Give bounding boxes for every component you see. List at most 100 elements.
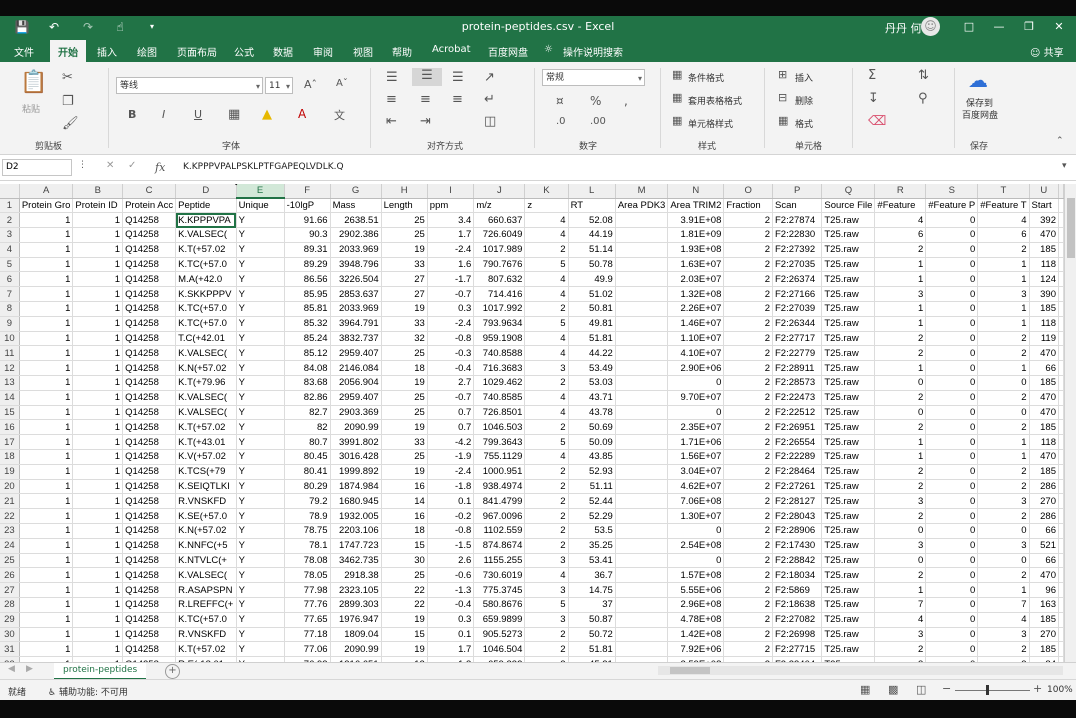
- grid-cell[interactable]: Q14258: [122, 301, 177, 317]
- grid-cell[interactable]: F2:22779: [772, 345, 823, 362]
- column-header-g[interactable]: G: [330, 184, 382, 199]
- maximize-icon[interactable]: ❐: [1020, 18, 1038, 36]
- grid-cell[interactable]: K.NNFC(+5: [175, 538, 237, 554]
- format-cells-icon[interactable]: ▦: [778, 114, 788, 127]
- row-header[interactable]: 25: [0, 553, 20, 569]
- zoom-level[interactable]: 100%: [1047, 685, 1073, 695]
- grid-cell[interactable]: [1058, 257, 1064, 273]
- grid-cell[interactable]: F2:22830: [772, 227, 823, 243]
- table-format-icon[interactable]: ▦: [672, 91, 682, 104]
- grid-cell[interactable]: F2:26374: [772, 271, 823, 288]
- row-header[interactable]: 29: [0, 612, 20, 628]
- row-header[interactable]: 11: [0, 345, 20, 362]
- grid-cell[interactable]: 25: [381, 227, 428, 243]
- grid-cell[interactable]: 3991.802: [330, 434, 382, 451]
- grid-cell[interactable]: 80.45: [284, 449, 331, 465]
- grid-cell[interactable]: Q14258: [122, 242, 177, 258]
- grid-cell[interactable]: 1: [874, 301, 927, 317]
- grid-cell[interactable]: Q14258: [122, 582, 177, 599]
- grid-cell[interactable]: 2: [524, 508, 569, 525]
- grid-cell[interactable]: T25.raw: [821, 493, 876, 510]
- grid-cell[interactable]: 0: [925, 434, 979, 451]
- grid-cell[interactable]: 7.92E+06: [667, 641, 725, 658]
- grid-cell[interactable]: 799.3643: [473, 434, 526, 451]
- grid-cell[interactable]: 7: [977, 597, 1030, 613]
- tab-draw[interactable]: 绘图: [137, 44, 157, 59]
- grid-cell[interactable]: 3226.504: [330, 271, 382, 288]
- copy-icon[interactable]: ❐: [62, 94, 74, 109]
- grid-cell[interactable]: Y: [236, 538, 285, 554]
- font-color-icon[interactable]: A: [298, 107, 306, 121]
- grid-cell[interactable]: -1.5: [427, 538, 475, 554]
- grid-cell[interactable]: 2: [524, 479, 569, 495]
- grid-cell[interactable]: 2: [524, 493, 569, 510]
- grid-cell[interactable]: 2: [723, 523, 773, 539]
- grid-cell[interactable]: 49.81: [568, 316, 616, 332]
- grid-cell[interactable]: 1: [19, 464, 74, 480]
- grid-cell[interactable]: K.TCS(+79: [175, 464, 237, 480]
- grid-cell[interactable]: 50.69: [568, 419, 616, 436]
- column-header-l[interactable]: L: [568, 184, 616, 199]
- column-header-j[interactable]: J: [473, 184, 526, 199]
- grid-cell[interactable]: 1: [874, 582, 927, 599]
- grid-cell[interactable]: 1: [72, 538, 124, 554]
- grid-cell[interactable]: 1: [19, 242, 74, 258]
- grid-cell[interactable]: 89.31: [284, 242, 331, 258]
- add-sheet-icon[interactable]: +: [165, 664, 180, 679]
- grid-cell[interactable]: K.VALSEC(: [175, 405, 237, 421]
- column-header-a[interactable]: A: [19, 184, 74, 199]
- grid-cell[interactable]: 30: [381, 553, 428, 569]
- grid-cell[interactable]: [1058, 464, 1064, 480]
- row-header[interactable]: 10: [0, 331, 20, 347]
- grid-cell[interactable]: 84.08: [284, 360, 331, 377]
- column-header-d[interactable]: D: [175, 184, 237, 199]
- grid-cell[interactable]: 4: [524, 449, 569, 465]
- grid-cell[interactable]: T25.raw: [821, 286, 876, 303]
- grid-cell[interactable]: 4: [524, 567, 569, 584]
- grid-cell[interactable]: Q14258: [122, 227, 177, 243]
- grid-cell[interactable]: 0: [667, 523, 725, 539]
- grid-cell[interactable]: [615, 627, 669, 643]
- grid-cell[interactable]: 521: [1029, 538, 1060, 554]
- grid-cell[interactable]: 5: [524, 434, 569, 451]
- select-all-corner[interactable]: [0, 184, 20, 199]
- grid-cell[interactable]: T25.raw: [821, 345, 876, 362]
- grid-cell[interactable]: -2.4: [427, 316, 475, 332]
- header-cell[interactable]: #Feature T: [977, 198, 1030, 214]
- grid-cell[interactable]: 1: [19, 316, 74, 332]
- grid-cell[interactable]: -0.4: [427, 360, 475, 377]
- grid-cell[interactable]: 1: [977, 301, 1030, 317]
- grid-cell[interactable]: Q14258: [122, 553, 177, 569]
- grid-cell[interactable]: 2: [723, 538, 773, 554]
- grid-cell[interactable]: 15: [381, 538, 428, 554]
- enter-icon[interactable]: ✓: [128, 160, 136, 171]
- grid-cell[interactable]: 1017.992: [473, 301, 526, 317]
- grid-cell[interactable]: 2: [723, 553, 773, 569]
- grid-cell[interactable]: 82: [284, 419, 331, 436]
- header-cell[interactable]: z: [524, 198, 569, 214]
- grid-cell[interactable]: 3: [524, 360, 569, 377]
- grid-cell[interactable]: 2: [524, 419, 569, 436]
- grid-cell[interactable]: 2.03E+07: [667, 271, 725, 288]
- grid-cell[interactable]: 1: [72, 582, 124, 599]
- grid-cell[interactable]: K.SKKPPPV: [175, 286, 237, 303]
- grid-cell[interactable]: 3.04E+07: [667, 464, 725, 480]
- row-header[interactable]: 28: [0, 597, 20, 613]
- grid-cell[interactable]: 2918.38: [330, 567, 382, 584]
- grid-cell[interactable]: 52.44: [568, 493, 616, 510]
- grid-cell[interactable]: Y: [236, 257, 285, 273]
- grid-cell[interactable]: K.VALSEC(: [175, 390, 237, 406]
- grid-cell[interactable]: 4: [524, 271, 569, 288]
- grid-cell[interactable]: 1: [19, 345, 74, 362]
- row-header[interactable]: 23: [0, 523, 20, 539]
- grid-cell[interactable]: Y: [236, 360, 285, 377]
- autosum-icon[interactable]: Σ: [868, 68, 876, 83]
- grid-cell[interactable]: 2: [723, 257, 773, 273]
- grid-cell[interactable]: 3.4: [427, 212, 475, 229]
- grid-cell[interactable]: [1058, 641, 1064, 658]
- row-header[interactable]: 7: [0, 286, 20, 303]
- grid-cell[interactable]: 2: [874, 508, 927, 525]
- grid-cell[interactable]: -1.3: [427, 582, 475, 599]
- grid-cell[interactable]: Q14258: [122, 212, 177, 229]
- row-header[interactable]: 14: [0, 390, 20, 406]
